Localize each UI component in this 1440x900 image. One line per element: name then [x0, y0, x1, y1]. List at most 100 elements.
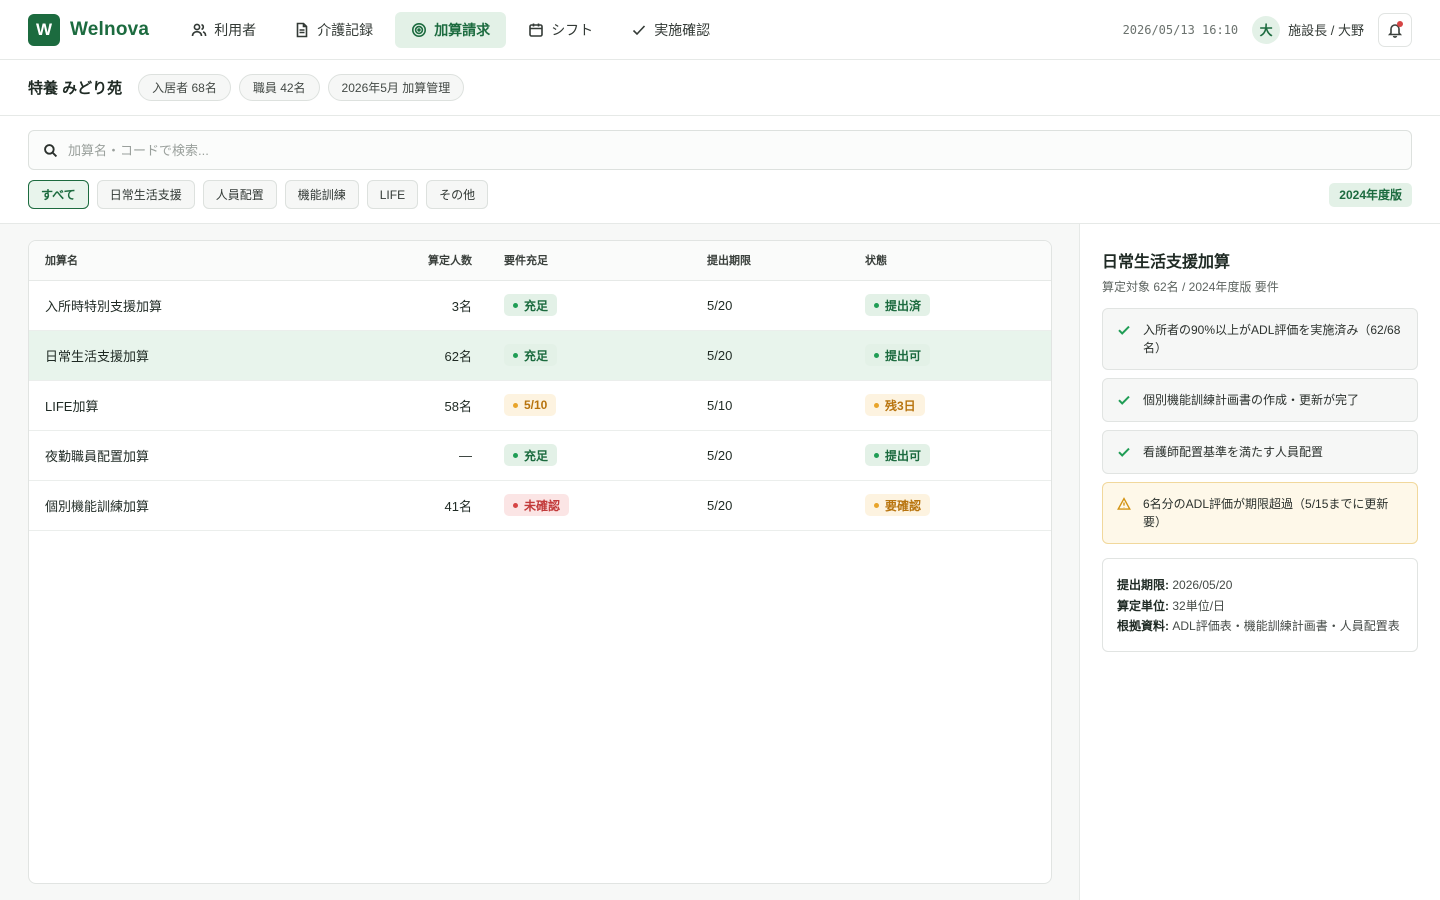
- notification-dot: [1397, 20, 1403, 27]
- info-label: 提出期限:: [1117, 578, 1169, 592]
- requirement-label: 充足: [524, 448, 549, 463]
- cell-requirement: 5/10: [488, 380, 691, 431]
- requirement-label: 未確認: [524, 498, 561, 513]
- info-card: 提出期限: 2026/05/20 算定単位: 32単位/日 根拠資料: ADL評…: [1102, 558, 1418, 652]
- check-icon: [1118, 325, 1130, 335]
- info-value: ADL評価表・機能訓練計画書・人員配置表: [1172, 619, 1400, 634]
- cell-count: 62名: [349, 330, 488, 381]
- cell-count: 3名: [349, 280, 488, 331]
- status-dot: [874, 352, 879, 358]
- column-header-count[interactable]: 算定人数: [349, 241, 488, 281]
- info-evidence: 根拠資料: ADL評価表・機能訓練計画書・人員配置表: [1117, 616, 1403, 637]
- nav-label: シフト: [551, 21, 594, 38]
- info-label: 算定単位:: [1117, 598, 1169, 613]
- search-box[interactable]: [28, 130, 1412, 170]
- requirement-text: 個別機能訓練計画書の作成・更新が完了: [1143, 393, 1360, 407]
- document-icon: [296, 22, 308, 37]
- cell-deadline: 5/20: [691, 280, 849, 331]
- requirement-warning-item: 6名分のADL評価が期限超過（5/15までに更新要）: [1102, 482, 1418, 544]
- table-panel: 加算名 算定人数 要件充足 提出期限 状態 入所時特別支援加算 3名 充足 5/20 提…: [0, 224, 1080, 900]
- status-badge: 提出済: [865, 294, 931, 316]
- cell-count: —: [349, 430, 488, 481]
- column-header-requirement[interactable]: 要件充足: [488, 241, 691, 281]
- column-header-status[interactable]: 状態: [849, 241, 1051, 281]
- calendar-icon: [529, 23, 543, 37]
- cell-status: 提出済: [849, 280, 1051, 331]
- requirement-checklist: 入所者の90%以上がADL評価を実施済み（62/68名） 個別機能訓練計画書の作成…: [1102, 308, 1418, 544]
- cell-name: 日常生活支援加算: [29, 330, 349, 381]
- filter-chip-life[interactable]: LIFE: [366, 180, 419, 209]
- info-deadline: 提出期限: 2026/05/20: [1117, 575, 1403, 596]
- status-dot: [513, 452, 518, 458]
- requirement-badge: 充足: [504, 444, 558, 466]
- status-badge: 要確認: [865, 494, 931, 516]
- filter-chip-all[interactable]: すべて: [28, 180, 89, 209]
- table-row[interactable]: LIFE加算 58名 5/10 5/10 残3日: [29, 380, 1051, 431]
- status-badge: 残3日: [865, 394, 925, 416]
- status-dot: [874, 452, 879, 458]
- status-dot: [874, 502, 879, 508]
- nav-item-confirmation[interactable]: 実施確認: [615, 12, 726, 48]
- version-badge: 2024年度版: [1329, 182, 1412, 207]
- app-logo[interactable]: W Welnova: [28, 13, 149, 46]
- cell-status: 要確認: [849, 480, 1051, 531]
- nav-item-users[interactable]: 利用者: [175, 12, 272, 48]
- info-value: 2026/05/20: [1172, 578, 1233, 592]
- column-header-deadline[interactable]: 提出期限: [691, 241, 849, 281]
- billing-table-card: 加算名 算定人数 要件充足 提出期限 状態 入所時特別支援加算 3名 充足 5/20 提…: [28, 240, 1052, 884]
- avatar: 大: [1252, 15, 1281, 44]
- requirement-label: 5/10: [524, 398, 548, 412]
- status-dot: [513, 502, 518, 508]
- requirement-text: 入所者の90%以上がADL評価を実施済み（62/68名）: [1143, 323, 1401, 355]
- cell-status: 提出可: [849, 430, 1051, 481]
- cell-deadline: 5/20: [691, 330, 849, 381]
- status-label: 提出可: [885, 448, 922, 463]
- cell-name: 個別機能訓練加算: [29, 480, 349, 531]
- filter-chip-function-training[interactable]: 機能訓練: [284, 180, 359, 209]
- search-input[interactable]: [68, 142, 1397, 158]
- info-label: 根拠資料:: [1117, 619, 1169, 634]
- warning-icon: [1117, 497, 1131, 510]
- requirement-met-item: 看護師配置基準を満たす人員配置: [1102, 430, 1418, 474]
- status-badge: 提出可: [865, 344, 931, 366]
- cell-requirement: 未確認: [488, 480, 691, 531]
- cell-requirement: 充足: [488, 280, 691, 331]
- info-unit: 算定単位: 32単位/日: [1117, 596, 1403, 617]
- nav-label: 加算請求: [434, 21, 491, 38]
- status-label: 提出済: [885, 298, 922, 313]
- status-dot: [513, 402, 518, 408]
- users-icon: [191, 23, 207, 36]
- cell-count: 58名: [349, 380, 488, 431]
- nav-label: 介護記録: [317, 21, 374, 38]
- requirement-met-item: 入所者の90%以上がADL評価を実施済み（62/68名）: [1102, 308, 1418, 370]
- requirement-text: 看護師配置基準を満たす人員配置: [1143, 445, 1324, 459]
- table-body: 入所時特別支援加算 3名 充足 5/20 提出済 日常生活支援加算 62名 充足 5/20 提出可…: [29, 280, 1051, 531]
- notifications-button[interactable]: [1378, 12, 1412, 47]
- column-header-name[interactable]: 加算名: [29, 241, 349, 281]
- status-dot: [874, 402, 879, 408]
- requirement-badge: 5/10: [504, 394, 557, 416]
- filter-chip-staffing[interactable]: 人員配置: [202, 180, 277, 209]
- target-icon: [412, 22, 427, 37]
- cell-status: 提出可: [849, 330, 1051, 381]
- requirement-badge: 充足: [504, 344, 558, 366]
- table-row[interactable]: 日常生活支援加算 62名 充足 5/20 提出可: [29, 330, 1051, 381]
- nav-item-care-records[interactable]: 介護記録: [278, 12, 389, 48]
- filter-chip-daily-support[interactable]: 日常生活支援: [96, 180, 195, 209]
- main-content: 加算名 算定人数 要件充足 提出期限 状態 入所時特別支援加算 3名 充足 5/20 提…: [0, 224, 1440, 900]
- cell-requirement: 充足: [488, 430, 691, 481]
- cell-deadline: 5/20: [691, 430, 849, 481]
- user-menu[interactable]: 大 施設長 / 大野: [1252, 15, 1364, 44]
- table-header-row: 加算名 算定人数 要件充足 提出期限 状態: [29, 241, 1051, 281]
- nav-label: 実施確認: [654, 21, 711, 38]
- nav-item-shift[interactable]: シフト: [512, 12, 609, 48]
- cell-count: 41名: [349, 480, 488, 531]
- user-name: 施設長 / 大野: [1288, 23, 1364, 38]
- nav-item-billing[interactable]: 加算請求: [395, 11, 507, 48]
- table-row[interactable]: 入所時特別支援加算 3名 充足 5/20 提出済: [29, 280, 1051, 331]
- staff-count-pill: 職員 42名: [238, 74, 320, 101]
- table-row[interactable]: 個別機能訓練加算 41名 未確認 5/20 要確認: [29, 480, 1051, 531]
- table-row[interactable]: 夜勤職員配置加算 — 充足 5/20 提出可: [29, 430, 1051, 481]
- filter-chip-other[interactable]: その他: [426, 180, 489, 209]
- facility-bar: 特養 みどり苑 入居者 68名 職員 42名 2026年5月 加算管理: [0, 60, 1440, 116]
